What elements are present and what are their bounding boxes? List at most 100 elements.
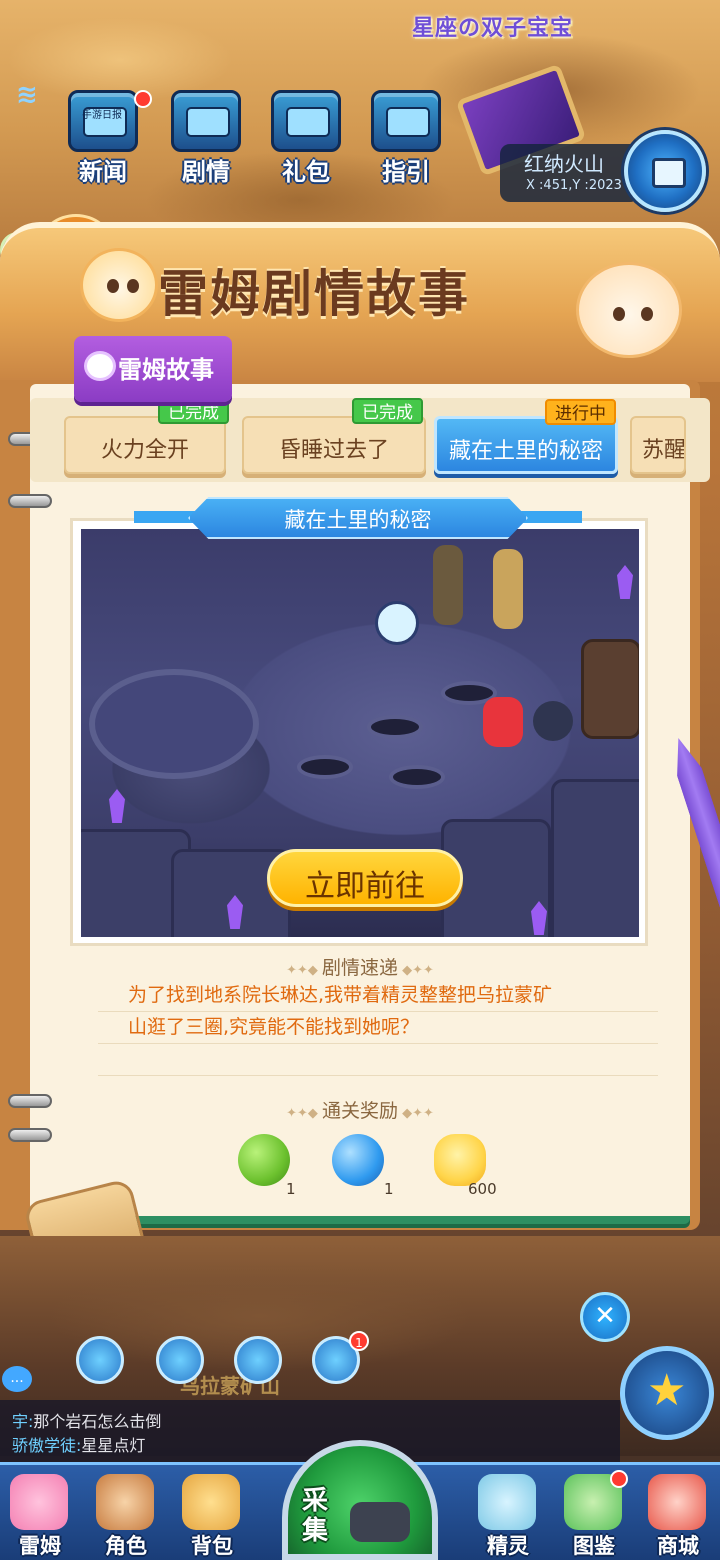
nav-label: 图鉴 [573, 1534, 615, 1558]
guide-label: 指引 [382, 158, 430, 186]
panel-title: 雷姆剧情故事 [158, 265, 470, 323]
location-panel: 红纳火山 X :451,Y :2023 [500, 144, 640, 202]
tab-label: 火力全开 [100, 438, 189, 463]
close-icon: ✕ [594, 1301, 616, 1331]
chat-bubble-icon[interactable]: ... [2, 1366, 32, 1392]
scene-title-banner: 藏在土里的秘密 [134, 497, 582, 539]
chat-message: 骄傲学徒:星星点灯 [12, 1432, 145, 1456]
dark-spirit [533, 701, 573, 741]
go-now-label: 立即前往 [305, 869, 425, 904]
go-now-button[interactable]: 立即前往 [267, 849, 463, 907]
synopsis-line-1: 为了找到地系院长琳达,我带着精灵整整把乌拉蒙矿 [98, 980, 658, 1012]
guide-icon [371, 90, 441, 152]
story-icon [171, 90, 241, 152]
ore-icon [350, 1502, 410, 1542]
nav-handbook[interactable]: 图鉴 [554, 1470, 634, 1560]
binder-ring [8, 1128, 52, 1142]
hole [297, 755, 353, 779]
blue-spirit [375, 601, 419, 645]
cat-coin-icon [434, 1134, 486, 1186]
nav-leimu[interactable]: 雷姆 [0, 1470, 80, 1560]
reward-item[interactable]: 600 [428, 1134, 508, 1204]
story-tab-strip: 已完成 火力全开 已完成 昏睡过去了 进行中 藏在土里的秘密 苏醒 [30, 398, 710, 482]
spirit-icon [478, 1474, 536, 1530]
boy-character [433, 545, 463, 625]
map-icon [652, 158, 686, 188]
scene-frame: 立即前往 [70, 518, 648, 946]
star-wand-icon: ★ [647, 1365, 687, 1416]
scene-title: 藏在土里的秘密 [284, 508, 432, 532]
wooden-crate [581, 639, 639, 739]
collect-label: 采集 [302, 1486, 329, 1546]
game-logo: 星座の双子宝宝 [412, 16, 574, 41]
hole [389, 765, 445, 789]
synopsis-heading: ✦✦◆ 剧情速递 ◆✦✦ [286, 957, 434, 979]
tab-label: 昏睡过去了 [278, 438, 389, 463]
reward-qty: 1 [286, 1180, 296, 1198]
chat-text: 那个岩石怎么击倒 [33, 1412, 162, 1431]
status-badge: 已完成 [352, 398, 423, 424]
synopsis-heading-text: 剧情速递 [321, 957, 398, 979]
cat-mascot-icon [80, 248, 158, 322]
wifi-icon: ≋ [16, 80, 38, 110]
notification-count: 1 [349, 1331, 369, 1351]
gift-label: 礼包 [282, 158, 330, 186]
chapter-label: 雷姆故事 [118, 356, 214, 384]
nav-label: 雷姆 [19, 1534, 61, 1558]
status-badge: 进行中 [545, 399, 616, 425]
close-button[interactable]: ✕ [580, 1292, 630, 1342]
compass-icon[interactable] [76, 1336, 124, 1384]
bell-icon[interactable]: 1 [312, 1331, 369, 1384]
pet-head-icon [84, 351, 116, 381]
nav-spirit[interactable]: 精灵 [468, 1470, 548, 1560]
tab-suxing[interactable]: 苏醒 [630, 416, 686, 474]
hole [367, 715, 423, 739]
story-button[interactable]: 剧情 [161, 90, 251, 190]
reward-item[interactable]: 1 [326, 1134, 406, 1204]
red-rabbit-spirit [483, 697, 523, 747]
guide-button[interactable]: 指引 [361, 90, 451, 190]
chapter-tab[interactable]: 雷姆故事 [74, 336, 232, 402]
nav-character[interactable]: 角色 [86, 1470, 166, 1560]
tab-label: 苏醒 [641, 438, 686, 463]
tab-cang-zai-tuli[interactable]: 进行中 藏在土里的秘密 [434, 399, 618, 474]
nav-label: 精灵 [487, 1534, 529, 1558]
newspaper-icon [68, 90, 138, 152]
character-icon [96, 1474, 154, 1530]
news-label: 新闻 [79, 158, 127, 186]
reward-item[interactable]: 1 [232, 1134, 312, 1204]
nav-label: 角色 [105, 1534, 147, 1558]
tab-hunshui-guoqule[interactable]: 已完成 昏睡过去了 [242, 398, 426, 474]
reward-qty: 600 [468, 1180, 497, 1198]
blue-fruit-icon [332, 1134, 384, 1186]
binder-ring [8, 494, 52, 508]
chat-text: 星星点灯 [81, 1436, 146, 1455]
notification-dot [134, 90, 152, 108]
nav-shop[interactable]: 商城 [638, 1470, 718, 1560]
bear-mascot-icon [576, 262, 682, 358]
star-badge-icon[interactable] [156, 1336, 204, 1384]
news-screen-text: 手游日报 [82, 110, 122, 121]
rewards-heading: ✦✦◆ 通关奖励 ◆✦✦ [286, 1100, 434, 1122]
synopsis-line-3 [98, 1044, 658, 1076]
rewards-heading-text: 通关奖励 [321, 1100, 398, 1122]
gift-button[interactable]: 礼包 [261, 90, 351, 190]
map-button[interactable] [624, 130, 706, 212]
news-button[interactable]: 手游日报 新闻 [58, 90, 152, 190]
scene-image: 立即前往 [81, 529, 639, 937]
notification-dot [610, 1470, 628, 1488]
nav-backpack[interactable]: 背包 [172, 1470, 252, 1560]
panda-icon[interactable] [234, 1336, 282, 1384]
tab-huoli-quankai[interactable]: 已完成 火力全开 [64, 398, 229, 474]
girl-character [493, 549, 523, 629]
green-fruit-icon [238, 1134, 290, 1186]
top-menu: 手游日报 新闻 剧情 礼包 指引 [58, 90, 468, 190]
nav-label: 背包 [191, 1534, 233, 1558]
nav-label: 商城 [657, 1534, 699, 1558]
location-coords: X :451,Y :2023 [526, 178, 622, 193]
magic-wand-button[interactable]: ★ [620, 1346, 714, 1440]
stone-circle [89, 669, 259, 779]
location-name: 红纳火山 [524, 152, 604, 176]
shop-icon [648, 1474, 706, 1530]
gift-icon [271, 90, 341, 152]
